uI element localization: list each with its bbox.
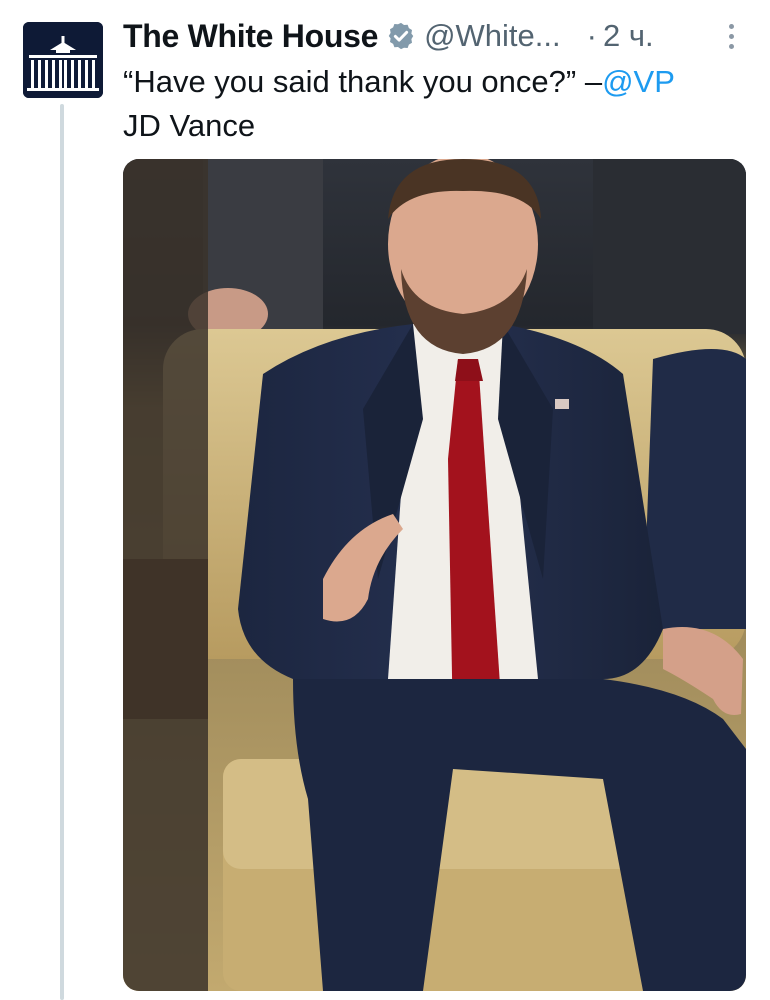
more-vertical-icon[interactable] [724, 24, 738, 54]
photo-illustration [123, 159, 746, 991]
author-avatar[interactable] [23, 22, 103, 98]
white-house-logo [23, 22, 103, 98]
verified-badge-icon[interactable] [386, 21, 416, 51]
tweet[interactable]: The White House @White... · 2 ч. “Have y… [0, 0, 770, 1000]
thread-line [60, 104, 64, 1000]
author-handle[interactable]: @White... [424, 18, 561, 54]
tweet-text: “Have you said thank you once?” –@VP JD … [123, 60, 753, 148]
tweet-text-quote: “Have you said thank you once?” – [123, 64, 603, 99]
tweet-text-name: JD Vance [123, 108, 256, 143]
author-name[interactable]: The White House [123, 18, 378, 55]
tweet-header: The White House @White... · 2 ч. [123, 14, 743, 58]
mention-link[interactable]: @VP [602, 64, 675, 99]
tweet-timestamp[interactable]: 2 ч. [603, 18, 654, 54]
tweet-photo[interactable] [123, 159, 746, 991]
separator-dot: · [586, 18, 597, 53]
